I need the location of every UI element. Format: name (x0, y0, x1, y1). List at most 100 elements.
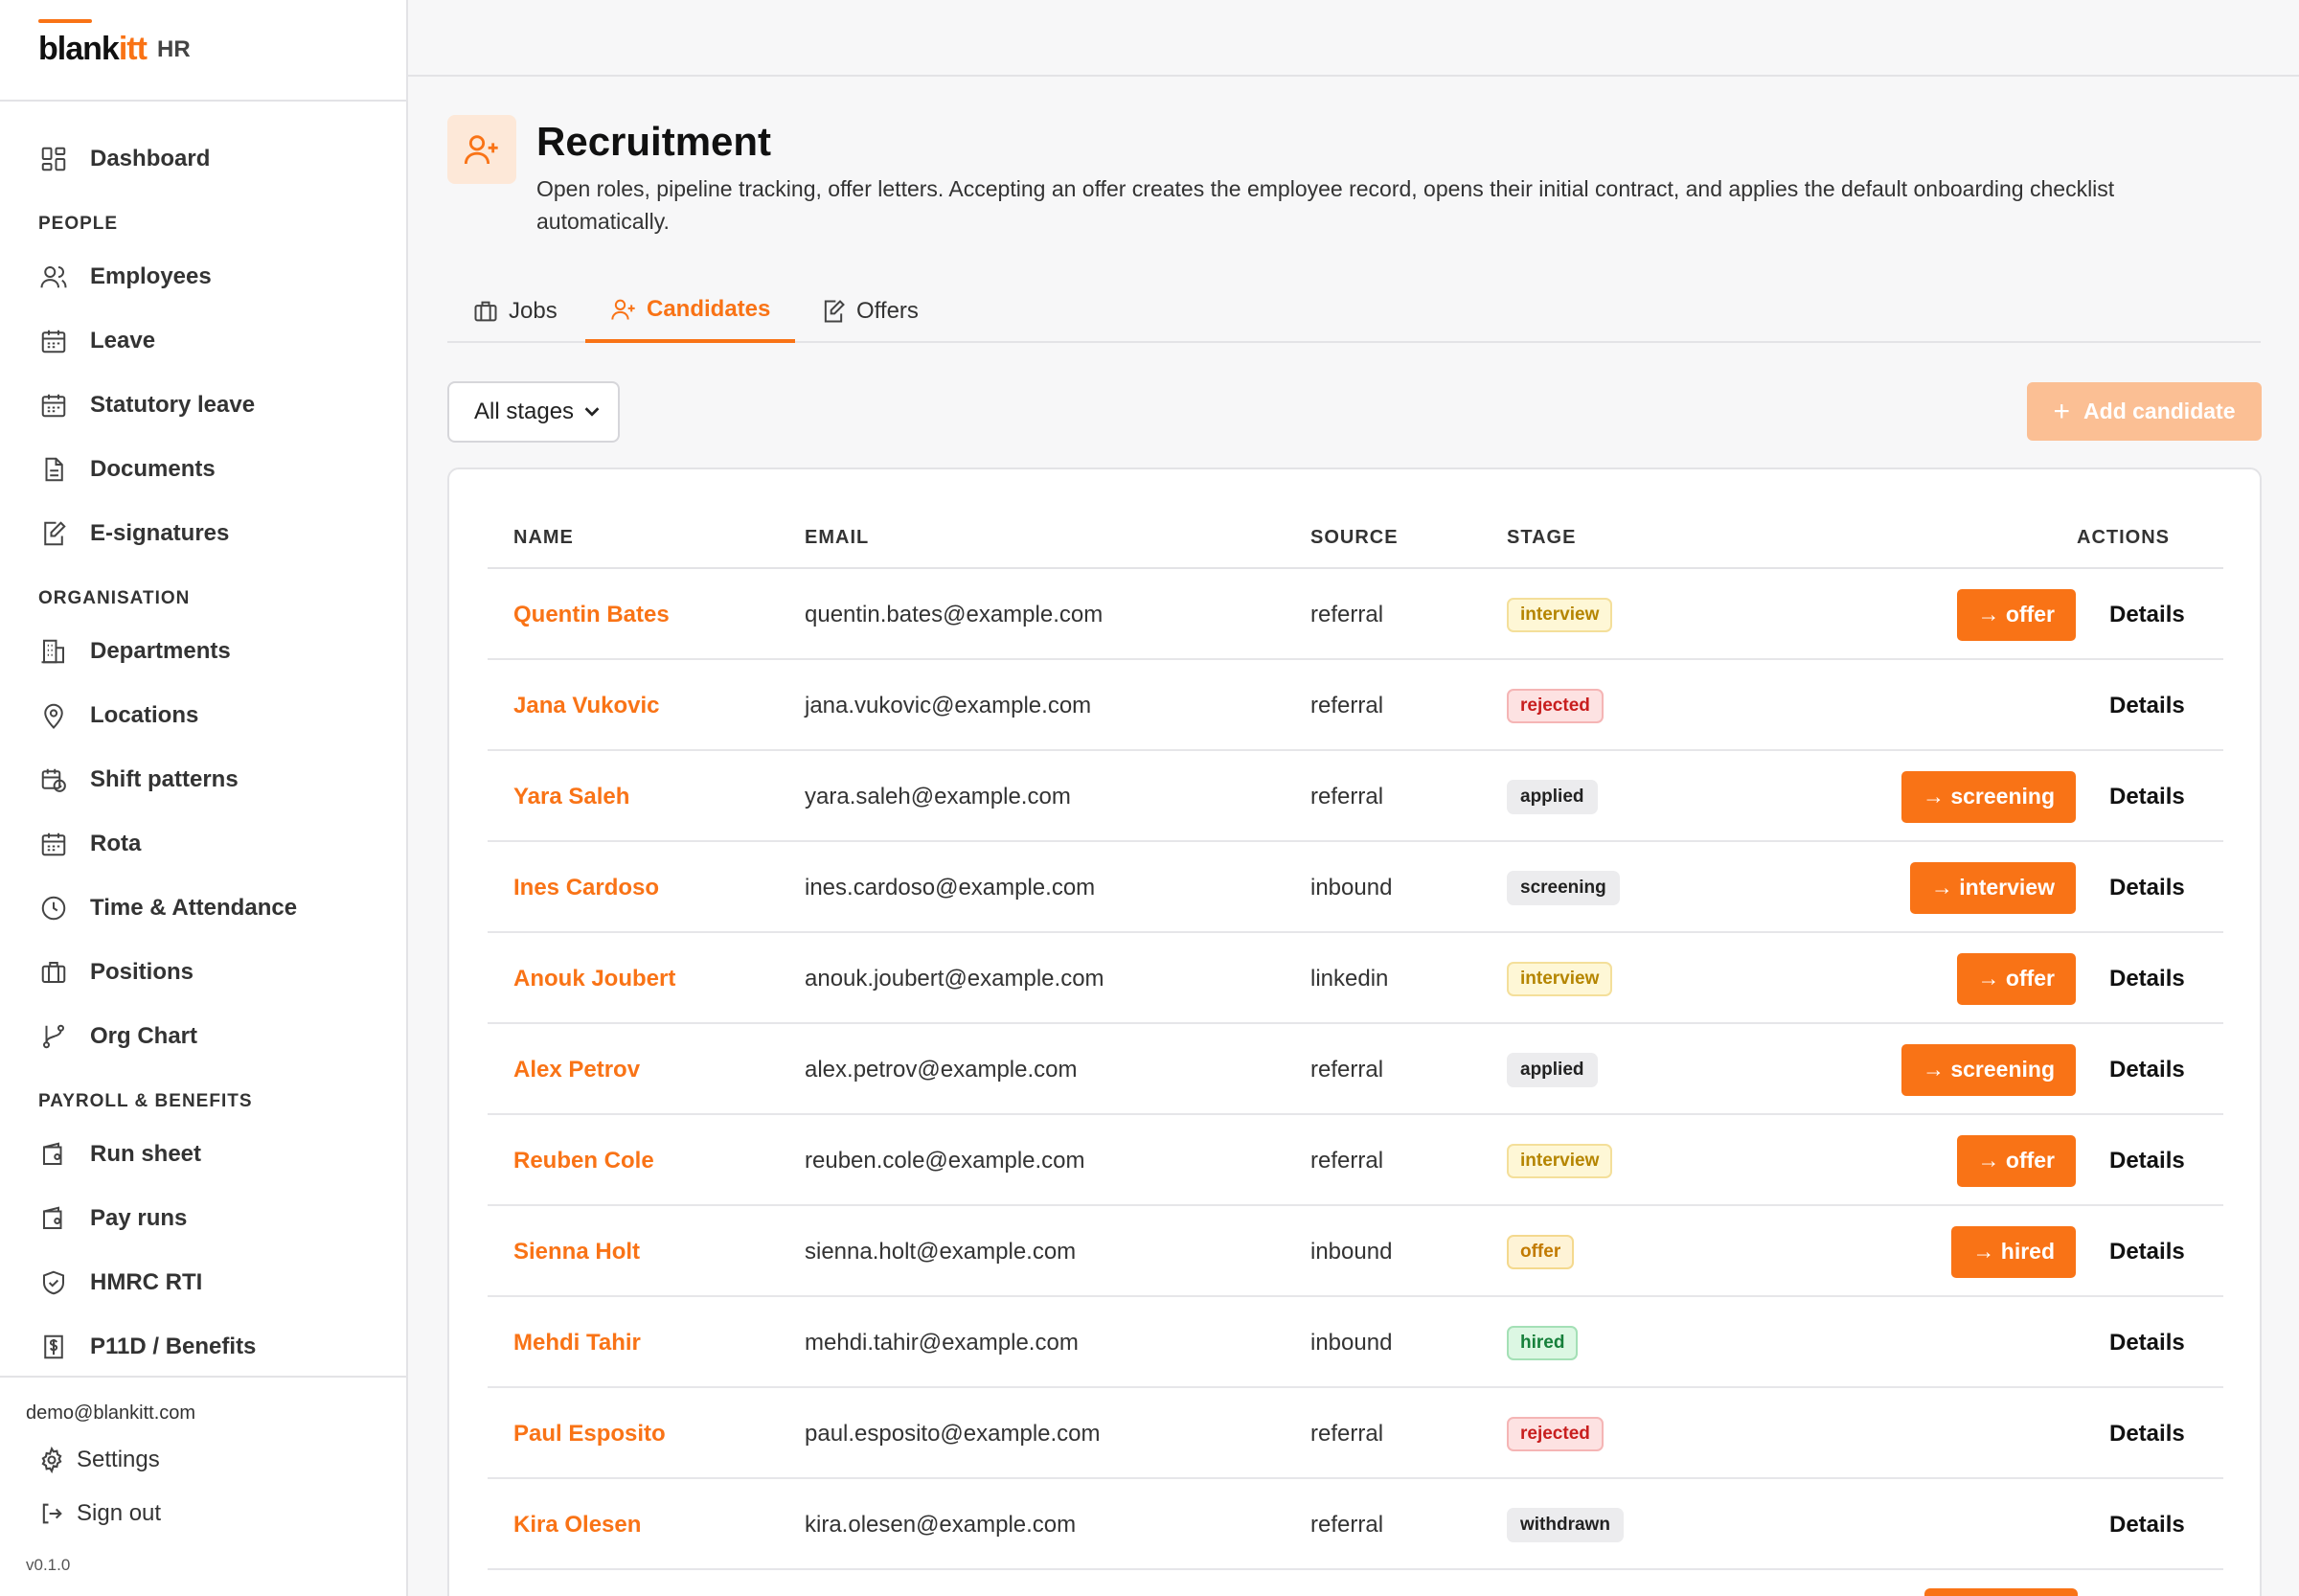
signature-icon (38, 518, 69, 549)
stage-badge: interview (1507, 597, 1613, 632)
tab-candidates[interactable]: Candidates (585, 280, 796, 343)
candidate-source: inbound (1310, 874, 1393, 901)
details-link[interactable]: Details (2109, 933, 2185, 1024)
candidate-email: anouk.joubert@example.com (805, 965, 1104, 992)
details-link[interactable]: Details (2109, 1206, 2185, 1297)
add-candidate-button[interactable]: + Add candidate (2027, 382, 2262, 441)
candidate-name-link[interactable]: Yara Saleh (513, 751, 629, 842)
dashboard-icon (38, 144, 69, 174)
details-link[interactable]: Details (2109, 1297, 2185, 1388)
candidate-name-link[interactable]: Sienna Holt (513, 1206, 640, 1297)
action-cell: → screening (1901, 1024, 2076, 1115)
tab-offers[interactable]: Offers (795, 280, 944, 343)
candidate-name-link[interactable]: Kira Olesen (513, 1479, 641, 1570)
sidebar-item-hmrc-rti[interactable]: HMRC RTI (0, 1250, 406, 1314)
details-link[interactable]: Details (2109, 1388, 2185, 1479)
plus-icon: + (2053, 395, 2071, 427)
settings-link[interactable]: Settings (38, 1447, 160, 1473)
candidates-table: NAME EMAIL SOURCE STAGE ACTIONS Quentin … (488, 508, 2223, 1570)
move-stage-button[interactable]: → screening (1901, 770, 2076, 823)
candidate-name-link[interactable]: Anouk Joubert (513, 933, 675, 1024)
sidebar-item-employees[interactable]: Employees (0, 244, 406, 308)
sidebar-item-documents[interactable]: Documents (0, 437, 406, 501)
candidate-name-link[interactable]: Reuben Cole (513, 1115, 654, 1206)
details-link[interactable]: Details (2109, 1479, 2185, 1570)
move-stage-button[interactable]: → screening (1901, 1043, 2076, 1096)
sidebar-item-dashboard[interactable]: Dashboard (0, 126, 406, 191)
move-stage-button[interactable]: → offer (1956, 1134, 2076, 1187)
candidate-name-link[interactable]: Alex Petrov (513, 1024, 640, 1115)
sidebar-item-org-chart[interactable]: Org Chart (0, 1004, 406, 1068)
sidebar-item-departments[interactable]: Departments (0, 619, 406, 683)
candidate-source: referral (1310, 1511, 1384, 1538)
clock-icon (38, 893, 69, 923)
table-row: Jana Vukovic jana.vukovic@example.com refe… (488, 660, 2223, 751)
sidebar-item-label: Departments (90, 637, 231, 664)
sidebar-item-pay-runs[interactable]: Pay runs (0, 1186, 406, 1250)
chevron-down-icon (584, 407, 600, 417)
sidebar-item-label: Shift patterns (90, 765, 239, 792)
candidate-source: referral (1310, 1147, 1384, 1174)
signature-icon (824, 300, 845, 323)
action-cell: → interview (1909, 842, 2076, 933)
wallet-icon (38, 1139, 69, 1170)
sidebar-item-leave[interactable]: Leave (0, 308, 406, 373)
stage-badge: offer (1507, 1234, 1575, 1269)
move-stage-button[interactable] (1924, 1588, 2078, 1596)
table-body: Quentin Bates quentin.bates@example.com re… (488, 569, 2223, 1570)
sidebar-item-locations[interactable]: Locations (0, 683, 406, 747)
table-row: Yara Saleh yara.saleh@example.com referral… (488, 751, 2223, 842)
page-description: Open roles, pipeline tracking, offer let… (536, 176, 2115, 234)
move-stage-button[interactable]: → interview (1909, 861, 2076, 914)
table-row: Sienna Holt sienna.holt@example.com inboun… (488, 1206, 2223, 1297)
move-stage-button[interactable]: → hired (1951, 1225, 2076, 1278)
sidebar-item-label: P11D / Benefits (90, 1333, 257, 1359)
logo[interactable]: blankitt (38, 31, 148, 68)
details-link[interactable]: Details (2109, 1024, 2185, 1115)
product-label: HR (157, 36, 191, 62)
stage-cell: withdrawn (1507, 1479, 1624, 1570)
sidebar-item-shift-patterns[interactable]: Shift patterns (0, 747, 406, 811)
stage-filter-select[interactable]: All stages (447, 381, 620, 443)
details-link[interactable]: Details (2109, 1115, 2185, 1206)
sidebar-item-e-signatures[interactable]: E-signatures (0, 501, 406, 565)
candidate-name-link[interactable]: Mehdi Tahir (513, 1297, 641, 1388)
stage-cell: interview (1507, 1115, 1613, 1206)
details-link[interactable]: Details (2109, 842, 2185, 933)
sign-out-link[interactable]: Sign out (38, 1500, 161, 1527)
table-row: Kira Olesen kira.olesen@example.com referr… (488, 1479, 2223, 1570)
sidebar-item-label: Statutory leave (90, 391, 256, 418)
candidate-name-link[interactable]: Jana Vukovic (513, 660, 660, 751)
sidebar-item-p11d-benefits[interactable]: P11D / Benefits (0, 1314, 406, 1379)
candidate-name-link[interactable]: Paul Esposito (513, 1388, 666, 1479)
user-plus-icon (611, 299, 635, 320)
map-pin-icon (38, 700, 69, 731)
details-link[interactable]: Details (2109, 751, 2185, 842)
sidebar-item-rota[interactable]: Rota (0, 811, 406, 876)
sidebar-item-label: Dashboard (90, 145, 211, 171)
table-row: Ines Cardoso ines.cardoso@example.com inbo… (488, 842, 2223, 933)
stage-cell: hired (1507, 1297, 1579, 1388)
table-row: Paul Esposito paul.esposito@example.com re… (488, 1388, 2223, 1479)
move-stage-button[interactable]: → offer (1956, 952, 2076, 1005)
sidebar-item-run-sheet[interactable]: Run sheet (0, 1122, 406, 1186)
sidebar-item-statutory-leave[interactable]: Statutory leave (0, 373, 406, 437)
sidebar-item-time-and-attendance[interactable]: Time & Attendance (0, 876, 406, 940)
sidebar-item-label: Org Chart (90, 1022, 198, 1049)
stage-badge: rejected (1507, 688, 1604, 723)
candidate-email: ines.cardoso@example.com (805, 874, 1096, 901)
candidate-source: referral (1310, 1420, 1384, 1447)
sidebar-item-positions[interactable]: Positions (0, 940, 406, 1004)
candidate-name-link[interactable]: Ines Cardoso (513, 842, 659, 933)
building-icon (38, 636, 69, 667)
stage-cell: screening (1507, 842, 1620, 933)
details-link[interactable]: Details (2109, 660, 2185, 751)
candidate-email: reuben.cole@example.com (805, 1147, 1085, 1174)
sidebar-item-label: Run sheet (90, 1140, 202, 1167)
tab-jobs[interactable]: Jobs (447, 280, 582, 343)
candidate-email: yara.saleh@example.com (805, 783, 1071, 809)
users-icon (38, 262, 69, 292)
candidate-name-link[interactable]: Quentin Bates (513, 569, 670, 660)
details-link[interactable]: Details (2109, 569, 2185, 660)
move-stage-button[interactable]: → offer (1956, 588, 2076, 641)
